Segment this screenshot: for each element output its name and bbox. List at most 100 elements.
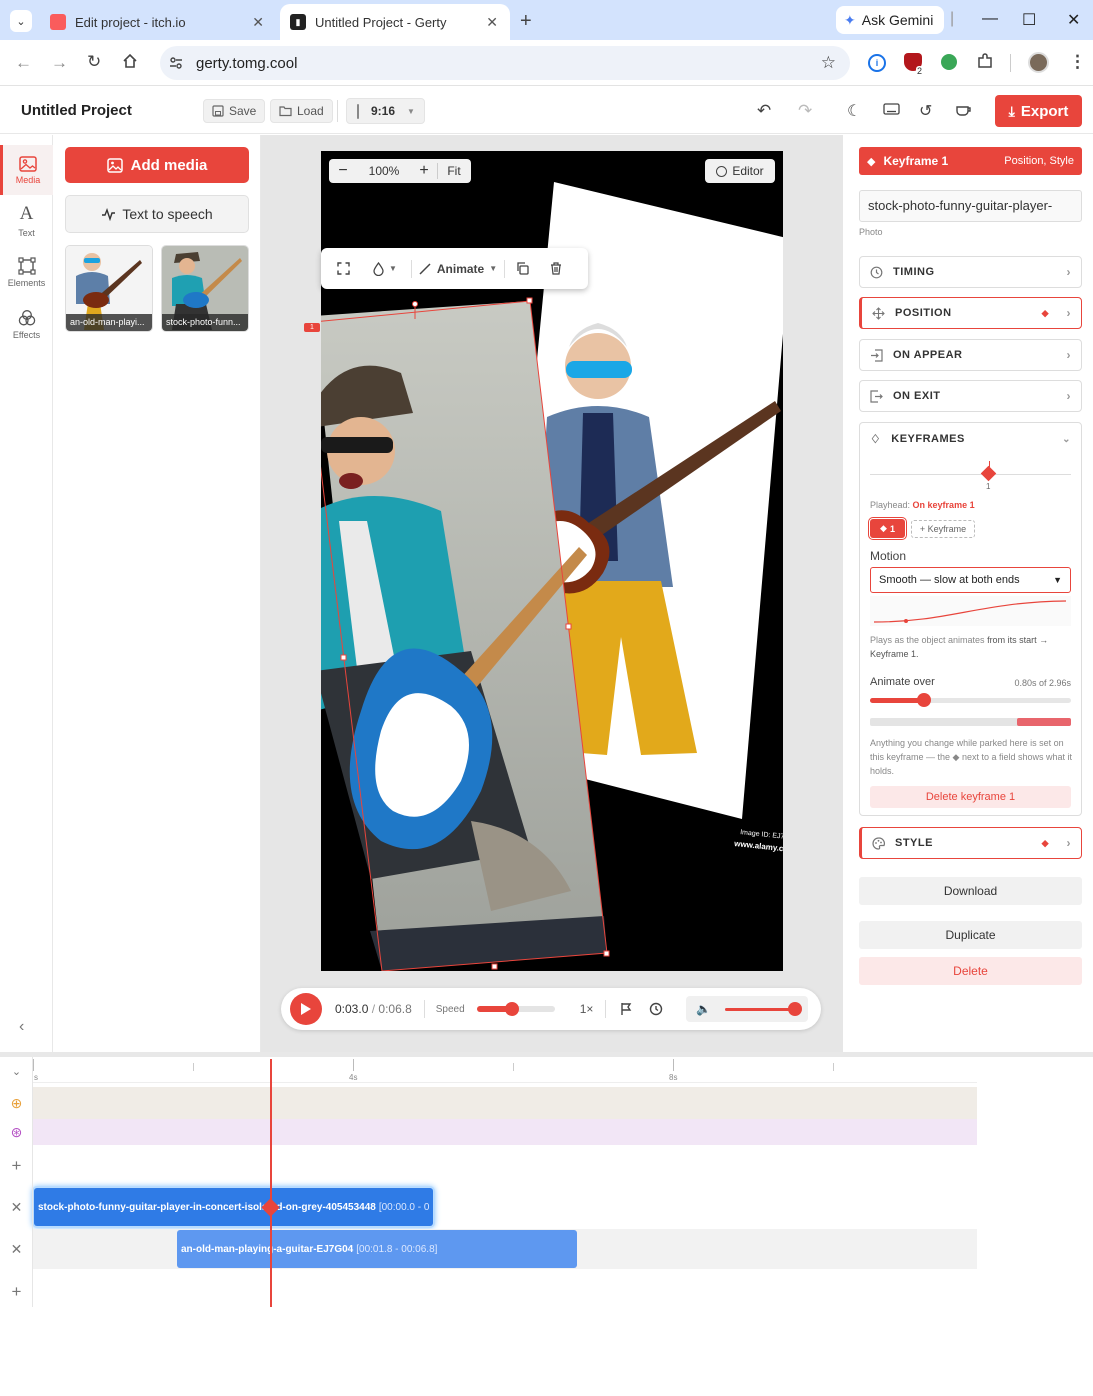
load-button[interactable]: Load — [270, 99, 333, 123]
animate-over-slider[interactable] — [870, 693, 1071, 707]
playhead-line[interactable] — [270, 1059, 272, 1307]
close-window-icon[interactable]: ✕ — [1067, 10, 1080, 30]
play-button[interactable] — [290, 993, 322, 1025]
export-button[interactable]: ⤓ Export — [995, 95, 1082, 127]
zoom-level: 100% — [368, 164, 400, 178]
animate-over-knob[interactable] — [917, 693, 932, 707]
clock-icon — [870, 266, 883, 279]
remove-track-icon[interactable]: ✕ — [0, 1229, 33, 1269]
cursor-extension-icon[interactable] — [941, 54, 957, 70]
layer-name-input[interactable]: stock-photo-funny-guitar-player- — [859, 190, 1082, 222]
redo-icon[interactable]: ↷ — [798, 101, 812, 121]
collapse-panel-chevron-icon[interactable]: ‹ — [19, 1018, 24, 1036]
editor-button[interactable]: Editor — [705, 159, 775, 183]
reload-icon[interactable]: ↻ — [87, 52, 101, 72]
aspect-ratio-select[interactable]: 9:16 ▼ — [346, 98, 425, 124]
dark-mode-moon-icon[interactable]: ☾ — [847, 101, 861, 121]
motion-select[interactable]: Smooth — slow at both ends ▼ — [870, 567, 1071, 593]
rail-item-media[interactable]: Media — [0, 145, 53, 195]
close-tab-icon[interactable]: ✕ — [252, 14, 264, 31]
section-timing[interactable]: TIMING › — [859, 256, 1082, 288]
text-to-speech-button[interactable]: Text to speech — [65, 195, 249, 233]
minimize-icon[interactable]: — — [982, 10, 998, 28]
keyboard-shortcuts-icon[interactable] — [883, 103, 900, 115]
fit-button[interactable]: Fit — [438, 164, 470, 178]
keyframe-chip[interactable]: ◆ 1 — [868, 517, 907, 540]
ruler-tick-label: 8s — [669, 1073, 678, 1082]
rail-item-text[interactable]: A Text — [0, 195, 53, 245]
speed-value[interactable]: 1× — [580, 1002, 594, 1016]
zoom-out-button[interactable]: − — [329, 162, 357, 180]
tab-gerty-project[interactable]: ▮ Untitled Project - Gerty ✕ — [280, 4, 510, 40]
clip-funny-guitar-player[interactable]: stock-photo-funny-guitar-player-in-conce… — [34, 1188, 433, 1226]
duplicate-layer-icon[interactable] — [505, 262, 539, 275]
effects-track[interactable] — [33, 1119, 977, 1145]
keyframes-header[interactable]: ♢ KEYFRAMES ⌄ — [860, 423, 1081, 455]
rail-item-effects[interactable]: Effects — [0, 299, 53, 349]
animate-over-fill — [870, 698, 925, 703]
zoom-in-button[interactable]: + — [411, 162, 437, 180]
home-icon[interactable] — [122, 53, 138, 69]
project-title[interactable]: Untitled Project — [21, 102, 132, 119]
browser-menu-icon[interactable]: ⋮ — [1069, 52, 1086, 72]
speed-label: Speed — [435, 1003, 465, 1015]
volume-slider[interactable] — [725, 1001, 803, 1016]
speed-slider[interactable] — [476, 1002, 555, 1016]
address-bar[interactable]: gerty.tomg.cool ☆ — [160, 46, 850, 80]
tab-search-icon[interactable]: ⌄ — [10, 10, 32, 32]
coffee-cup-icon[interactable] — [955, 102, 972, 117]
new-tab-button[interactable]: + — [520, 10, 532, 33]
add-media-button[interactable]: Add media — [65, 147, 249, 183]
clip-old-man-guitar[interactable]: an-old-man-playing-a-guitar-EJ7G04 [00:01… — [177, 1230, 577, 1268]
section-on-appear[interactable]: ON APPEAR › — [859, 339, 1082, 371]
timer-icon[interactable] — [649, 1002, 663, 1016]
back-icon[interactable]: ← — [15, 53, 32, 73]
zoom-controls: − 100% + Fit — [329, 159, 471, 183]
close-tab-icon[interactable]: ✕ — [486, 14, 498, 31]
speed-slider-knob[interactable] — [504, 1002, 519, 1016]
delete-button[interactable]: Delete — [859, 957, 1082, 985]
duplicate-button[interactable]: Duplicate — [859, 921, 1082, 949]
maximize-icon[interactable]: ☐ — [1022, 10, 1036, 30]
section-position[interactable]: POSITION ◆ › — [859, 297, 1082, 329]
download-button[interactable]: Download — [859, 877, 1082, 905]
flag-icon[interactable] — [620, 1002, 632, 1016]
animate-menu-button[interactable]: Animate ▼ — [412, 262, 504, 276]
history-icon[interactable]: ↺ — [919, 101, 932, 121]
position-track[interactable] — [33, 1087, 977, 1119]
total-time: 0:06.8 — [378, 1002, 412, 1016]
section-style[interactable]: STYLE ◆ › — [859, 827, 1082, 859]
collapse-timeline-icon[interactable]: ⌄ — [0, 1061, 33, 1081]
profile-avatar[interactable] — [1028, 52, 1049, 73]
keyframe-track[interactable] — [870, 474, 1071, 475]
time-ruler[interactable]: s 4s 8s — [33, 1057, 977, 1083]
volume-icon[interactable]: 🔈 — [696, 1002, 711, 1016]
site-settings-icon[interactable] — [168, 55, 184, 71]
puzzle-extensions-icon[interactable] — [976, 52, 994, 70]
keyframe-marker[interactable] — [980, 465, 997, 482]
save-button[interactable]: Save — [203, 99, 266, 123]
media-thumb-old-man[interactable]: an-old-man-playi... — [65, 245, 153, 332]
rail-item-elements[interactable]: Elements — [0, 247, 53, 297]
save-disk-icon — [212, 105, 224, 117]
opacity-drop-icon[interactable]: ▼ — [365, 261, 405, 276]
add-keyframe-button[interactable]: + Keyframe — [911, 520, 975, 538]
media-thumb-funny-guitar[interactable]: stock-photo-funn... — [161, 245, 249, 332]
trash-icon[interactable] — [539, 262, 573, 275]
add-track-icon[interactable]: + — [0, 1279, 33, 1305]
delete-keyframe-button[interactable]: Delete keyframe 1 — [870, 786, 1071, 808]
undo-icon[interactable]: ↶ — [757, 101, 771, 121]
remove-track-icon[interactable]: ✕ — [0, 1187, 33, 1227]
chevron-right-icon: › — [1066, 389, 1071, 403]
volume-slider-knob[interactable] — [788, 1001, 803, 1016]
ask-gemini-button[interactable]: ✦ Ask Gemini — [836, 6, 944, 34]
section-on-exit[interactable]: ON EXIT › — [859, 380, 1082, 412]
password-manager-extension-icon[interactable]: i — [868, 54, 886, 72]
bookmark-star-icon[interactable]: ☆ — [821, 53, 836, 73]
add-track-icon[interactable]: + — [0, 1153, 33, 1179]
easing-curve-preview — [870, 596, 1071, 626]
forward-icon[interactable]: → — [51, 53, 68, 73]
expand-icon[interactable] — [321, 262, 365, 275]
portrait-frame-icon — [357, 103, 359, 119]
tab-itch-edit[interactable]: Edit project - itch.io ✕ — [40, 4, 276, 40]
